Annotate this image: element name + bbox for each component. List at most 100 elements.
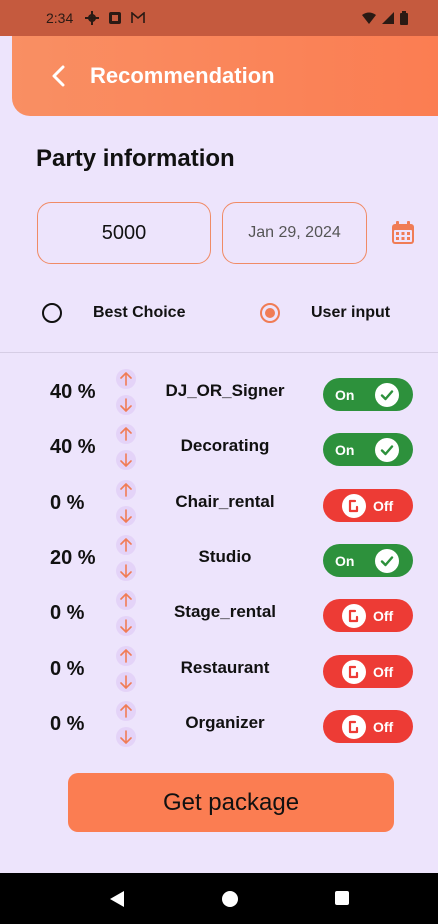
page-title: Recommendation [90,63,275,88]
service-row: 0 % Organizer Off [0,700,438,751]
service-toggle[interactable]: Off [323,488,413,522]
status-bar: 2:34 [0,0,438,36]
service-name: Chair_rental [175,491,275,511]
user-input-label[interactable]: User input [311,304,390,322]
toggle-knob [342,659,366,684]
toggle-knob [375,383,399,407]
check-icon [380,445,394,456]
arrow-up-icon [120,648,132,663]
toggle-label: Off [373,497,394,514]
service-row: 0 % Chair_rental Off [0,479,438,530]
back-button[interactable] [30,36,86,116]
increase-button[interactable] [116,369,136,389]
toggle-label: On [335,387,355,403]
toggle-label: Off [373,718,394,735]
check-icon [380,390,394,401]
power-off-icon [348,720,359,733]
arrow-down-icon [120,453,132,468]
budget-field[interactable]: 5000 [37,202,211,264]
service-toggle[interactable]: Off [323,654,413,688]
power-off-icon [348,499,359,512]
increase-button[interactable] [116,700,136,721]
arrow-up-icon [120,593,132,607]
service-percent: 0 % [50,712,85,735]
chevron-left-icon [52,65,65,87]
arrow-down-icon [120,674,132,689]
divider [0,352,438,353]
user-input-radio[interactable] [260,303,280,323]
decrease-button[interactable] [116,560,136,581]
system-nav-bar [0,873,438,924]
date-field[interactable]: Jan 29, 2024 [222,202,367,264]
toggle-label: On [335,442,355,459]
gmail-icon [131,12,146,23]
service-name: Decorating [180,436,270,456]
arrow-up-icon [120,372,132,386]
decrease-button[interactable] [116,671,136,692]
wifi-icon [362,12,376,24]
toggle-knob [342,493,366,518]
notification-icon [109,12,122,24]
calendar-icon[interactable] [390,220,416,246]
date-value: Jan 29, 2024 [248,224,341,241]
increase-button[interactable] [116,645,136,666]
signal-icon [382,12,394,24]
service-name: Restaurant [180,657,270,677]
toggle-knob [375,438,399,463]
service-toggle[interactable]: On [323,378,413,411]
service-toggle[interactable]: Off [323,599,413,633]
arrow-up-icon [120,703,132,718]
arrow-up-icon [120,538,132,552]
toggle-knob [375,548,399,573]
service-name: Studio [198,546,252,566]
arrow-down-icon [120,564,132,578]
check-icon [380,556,394,567]
status-time: 2:34 [46,10,74,26]
arrow-up-icon [120,482,132,497]
service-toggle[interactable]: Off [323,709,413,743]
decrease-button[interactable] [116,450,136,471]
increase-button[interactable] [116,590,136,611]
service-row: 20 % Studio On [0,534,438,585]
battery-icon [400,11,408,25]
increase-button[interactable] [116,479,136,500]
arrow-down-icon [120,508,132,523]
service-percent: 20 % [50,546,96,569]
service-percent: 40 % [50,436,96,459]
section-title: Party information [36,145,235,172]
arrow-down-icon [120,729,132,744]
service-row: 40 % DJ_OR_Signer On [0,369,438,419]
arrow-up-icon [120,427,132,442]
increase-button[interactable] [116,424,136,445]
arrow-down-icon [120,398,132,412]
increase-button[interactable] [116,534,136,555]
service-percent: 0 % [50,491,85,514]
decrease-button[interactable] [116,616,136,637]
decrease-button[interactable] [116,505,136,526]
power-off-icon [348,665,359,678]
service-name: DJ_OR_Signer [165,381,285,400]
toggle-knob [342,714,366,739]
get-package-button[interactable]: Get package [68,773,394,832]
nav-recents-icon[interactable] [335,891,349,905]
budget-value: 5000 [101,221,147,244]
toggle-label: On [335,552,355,569]
decrease-button[interactable] [116,726,136,747]
nav-home-icon[interactable] [222,891,238,907]
service-row: 0 % Stage_rental Off [0,590,438,640]
toggle-knob [342,604,366,629]
service-toggle[interactable]: On [323,433,413,467]
service-row: 40 % Decorating On [0,424,438,474]
service-row: 0 % Restaurant Off [0,645,438,696]
service-percent: 0 % [50,602,85,625]
arrow-down-icon [120,619,132,633]
decrease-button[interactable] [116,395,136,415]
best-choice-label[interactable]: Best Choice [93,304,185,322]
service-percent: 0 % [50,657,85,680]
nav-back-icon[interactable] [110,891,124,907]
settings-icon [85,11,100,25]
best-choice-radio[interactable] [42,303,62,323]
service-name: Stage_rental [173,602,277,622]
app-bar: Recommendation [12,36,438,116]
service-toggle[interactable]: On [323,543,413,577]
